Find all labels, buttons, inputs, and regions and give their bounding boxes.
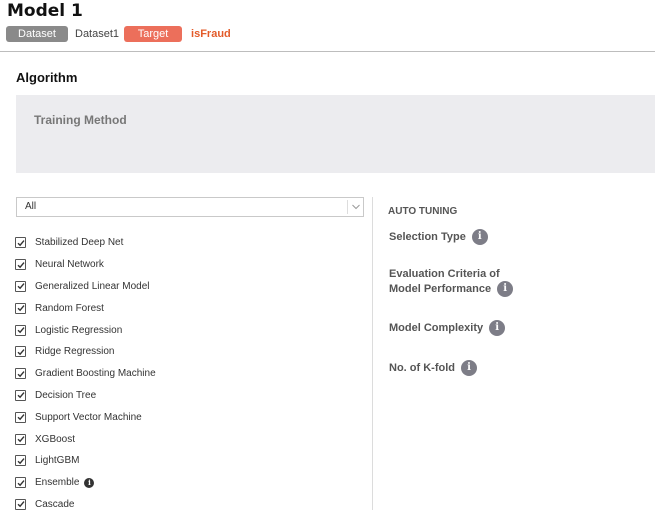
model-item-label: Neural Network <box>35 259 104 271</box>
model-item-support-vector-machine[interactable]: Support Vector Machine <box>15 406 355 428</box>
model-item-label: Support Vector Machine <box>35 411 142 423</box>
info-icon[interactable]: i <box>489 320 506 336</box>
chevron-down-icon[interactable] <box>347 200 363 214</box>
algorithm-filter-value: All <box>25 201 37 212</box>
dataset-name: Dataset1 <box>75 27 120 40</box>
algorithm-section-title: Algorithm <box>16 70 78 85</box>
target-badge: Target <box>124 25 183 42</box>
checkbox-checked-icon[interactable] <box>15 302 26 314</box>
model-item-ridge-regression[interactable]: Ridge Regression <box>15 341 355 363</box>
training-method-label: Training Method <box>34 113 127 127</box>
checkbox-checked-icon[interactable] <box>15 411 26 423</box>
model-item-random-forest[interactable]: Random Forest <box>15 297 355 319</box>
evaluation-criteria-label-line1: Evaluation Criteria of <box>389 268 500 280</box>
target-name: isFraud <box>191 27 231 40</box>
training-method-panel: Training Method <box>16 95 655 173</box>
model-item-label: Logistic Regression <box>35 324 123 336</box>
info-icon[interactable]: i <box>471 229 488 245</box>
model-item-label: LightGBM <box>35 455 80 467</box>
model-item-generalized-linear-model[interactable]: Generalized Linear Model <box>15 276 355 298</box>
info-icon[interactable]: i <box>84 477 95 488</box>
model-list: Stabilized Deep Net Neural Network Gener… <box>15 232 355 510</box>
model-item-label: Generalized Linear Model <box>35 280 150 292</box>
checkbox-checked-icon[interactable] <box>15 455 26 467</box>
model-item-gradient-boosting-machine[interactable]: Gradient Boosting Machine <box>15 363 355 385</box>
model-item-label: Cascade <box>35 498 75 510</box>
kfold-label: No. of K-fold <box>389 361 455 374</box>
model-item-label: Ensemble <box>35 477 80 489</box>
dataset-badge: Dataset <box>6 25 68 42</box>
model-item-logistic-regression[interactable]: Logistic Regression <box>15 319 355 341</box>
checkbox-checked-icon[interactable] <box>15 389 26 401</box>
page-title: Model 1 <box>7 1 83 21</box>
model-item-stabilized-deep-net[interactable]: Stabilized Deep Net <box>15 232 355 254</box>
model-item-label: Random Forest <box>35 302 104 314</box>
kfold-label-row: No. of K-fold i <box>389 360 477 376</box>
model-item-label: Stabilized Deep Net <box>35 237 124 249</box>
selection-type-label-row: Selection Type i <box>389 229 488 245</box>
algorithm-filter-select[interactable]: All <box>16 197 364 217</box>
model-meta-row: Dataset Dataset1 Target isFraud <box>6 25 231 42</box>
model-item-cascade[interactable]: Cascade <box>15 494 355 510</box>
model-item-label: XGBoost <box>35 433 76 445</box>
evaluation-criteria-label-line2: Model Performance <box>389 282 492 295</box>
checkbox-checked-icon[interactable] <box>15 237 26 249</box>
model-item-label: Ridge Regression <box>35 346 115 358</box>
model-item-neural-network[interactable]: Neural Network <box>15 254 355 276</box>
checkbox-checked-icon[interactable] <box>15 477 26 489</box>
checkbox-checked-icon[interactable] <box>15 346 26 358</box>
evaluation-criteria-label-row: Evaluation Criteria of Model Performance… <box>389 267 514 297</box>
info-icon[interactable]: i <box>460 360 477 376</box>
model-item-label: Decision Tree <box>35 389 97 401</box>
checkbox-checked-icon[interactable] <box>15 324 26 336</box>
checkbox-checked-icon[interactable] <box>15 280 26 292</box>
model-complexity-label: Model Complexity <box>389 321 484 334</box>
checkbox-checked-icon[interactable] <box>15 368 26 380</box>
model-item-xgboost[interactable]: XGBoost <box>15 428 355 450</box>
info-icon[interactable]: i <box>497 281 514 297</box>
selection-type-label: Selection Type <box>389 230 466 243</box>
model-item-decision-tree[interactable]: Decision Tree <box>15 385 355 407</box>
checkbox-checked-icon[interactable] <box>15 498 26 510</box>
model-item-label: Gradient Boosting Machine <box>35 368 156 380</box>
model-item-lightgbm[interactable]: LightGBM <box>15 450 355 472</box>
header-divider <box>0 51 655 52</box>
auto-tuning-title: AUTO TUNING <box>388 206 458 217</box>
checkbox-checked-icon[interactable] <box>15 433 26 445</box>
panel-divider <box>372 197 373 510</box>
checkbox-checked-icon[interactable] <box>15 259 26 271</box>
model-item-ensemble[interactable]: Ensemble i <box>15 472 355 494</box>
model-complexity-label-row: Model Complexity i <box>389 320 506 336</box>
